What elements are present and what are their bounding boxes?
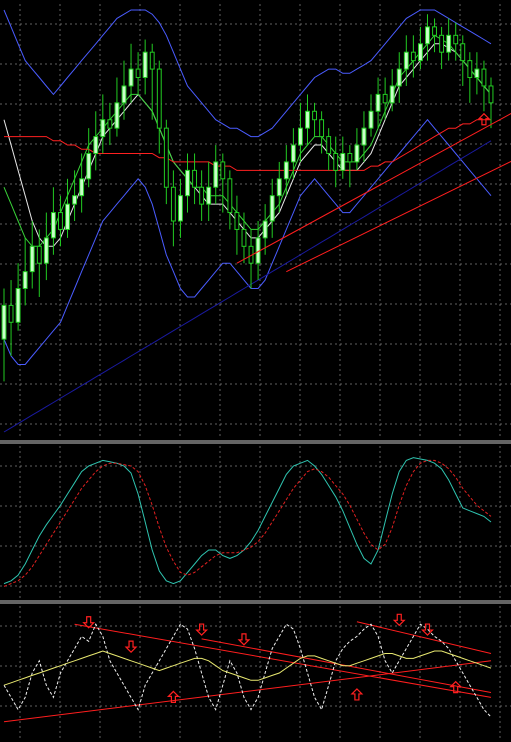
sub-series — [3, 623, 492, 718]
candle-body — [432, 26, 437, 36]
candle-body — [185, 169, 190, 197]
candle-body — [86, 152, 92, 180]
sub-series — [3, 650, 492, 686]
candle-body — [382, 93, 388, 104]
candle-body — [100, 119, 106, 138]
candle-body — [312, 110, 317, 121]
candle-body — [368, 110, 374, 129]
arrow-down — [392, 613, 406, 627]
candle-body — [439, 34, 445, 53]
candle-body — [43, 237, 49, 264]
candle-body — [72, 195, 78, 205]
candle-body — [290, 144, 296, 163]
candle-body — [467, 60, 473, 79]
candle-body — [347, 152, 353, 163]
indicator-ma_green — [3, 34, 492, 247]
candle-body — [114, 102, 120, 129]
candle-body — [403, 51, 409, 70]
candle-body — [128, 68, 134, 87]
candle-body — [417, 43, 423, 62]
indicator-bb_lower — [3, 118, 492, 365]
candle-body — [8, 304, 14, 323]
candle-body — [488, 85, 494, 104]
candle-body — [156, 68, 162, 129]
candle-body — [283, 161, 289, 180]
candle-body — [410, 51, 416, 62]
candle-body — [481, 68, 487, 87]
trend-line — [286, 160, 511, 273]
candle-body — [107, 119, 113, 129]
indicator-ma_red — [4, 119, 491, 171]
candle-body — [1, 304, 7, 340]
candle-body — [297, 127, 303, 146]
candle-body — [22, 271, 28, 290]
arrow-down — [124, 640, 138, 654]
candle-body — [474, 68, 480, 79]
candle-body — [50, 212, 56, 239]
candle-body — [326, 136, 332, 154]
candle-body — [178, 195, 183, 222]
candle-body — [170, 186, 176, 222]
indicator-bb_upper — [3, 9, 492, 138]
candle-body — [453, 34, 459, 45]
candle-body — [163, 127, 169, 188]
candle-body — [262, 220, 268, 239]
trend-line — [3, 660, 492, 723]
chart-svg — [0, 4, 511, 740]
trend-line — [236, 113, 511, 264]
candle-body — [121, 85, 127, 104]
candle-body — [460, 43, 466, 62]
candle-body — [269, 195, 275, 222]
osc-series — [3, 457, 492, 585]
candle-body — [15, 288, 21, 323]
candle-body — [354, 144, 360, 163]
candle-body — [58, 212, 63, 230]
arrow-up — [350, 688, 364, 701]
candle-body — [319, 119, 325, 138]
candle-body — [389, 85, 395, 104]
candle-body — [65, 203, 70, 230]
candle-body — [396, 68, 402, 87]
candle-body — [276, 178, 282, 197]
candle-body — [213, 161, 219, 188]
candle-body — [199, 186, 205, 205]
candle-body — [29, 245, 35, 273]
candle-body — [79, 178, 85, 197]
candle-body — [425, 26, 430, 45]
candle-body — [192, 169, 198, 188]
candle-body — [227, 178, 233, 214]
indicator-ma_white — [3, 43, 492, 247]
chart-root — [0, 0, 511, 742]
candle-body — [149, 51, 155, 70]
candle-body — [206, 186, 212, 205]
candle-body — [305, 110, 310, 129]
candle-body — [333, 152, 339, 171]
candle-body — [241, 228, 247, 247]
candle-body — [446, 34, 452, 53]
candle-body — [361, 127, 367, 146]
indicator-ma_blue — [3, 140, 492, 433]
candle-body — [340, 152, 346, 171]
arrow-down — [237, 633, 251, 646]
candle-body — [234, 212, 240, 230]
candle-body — [142, 51, 148, 79]
candle-body — [36, 245, 42, 264]
candle-body — [220, 161, 226, 180]
candle-body — [135, 68, 141, 79]
candle-body — [93, 136, 99, 154]
candle-body — [375, 93, 381, 112]
